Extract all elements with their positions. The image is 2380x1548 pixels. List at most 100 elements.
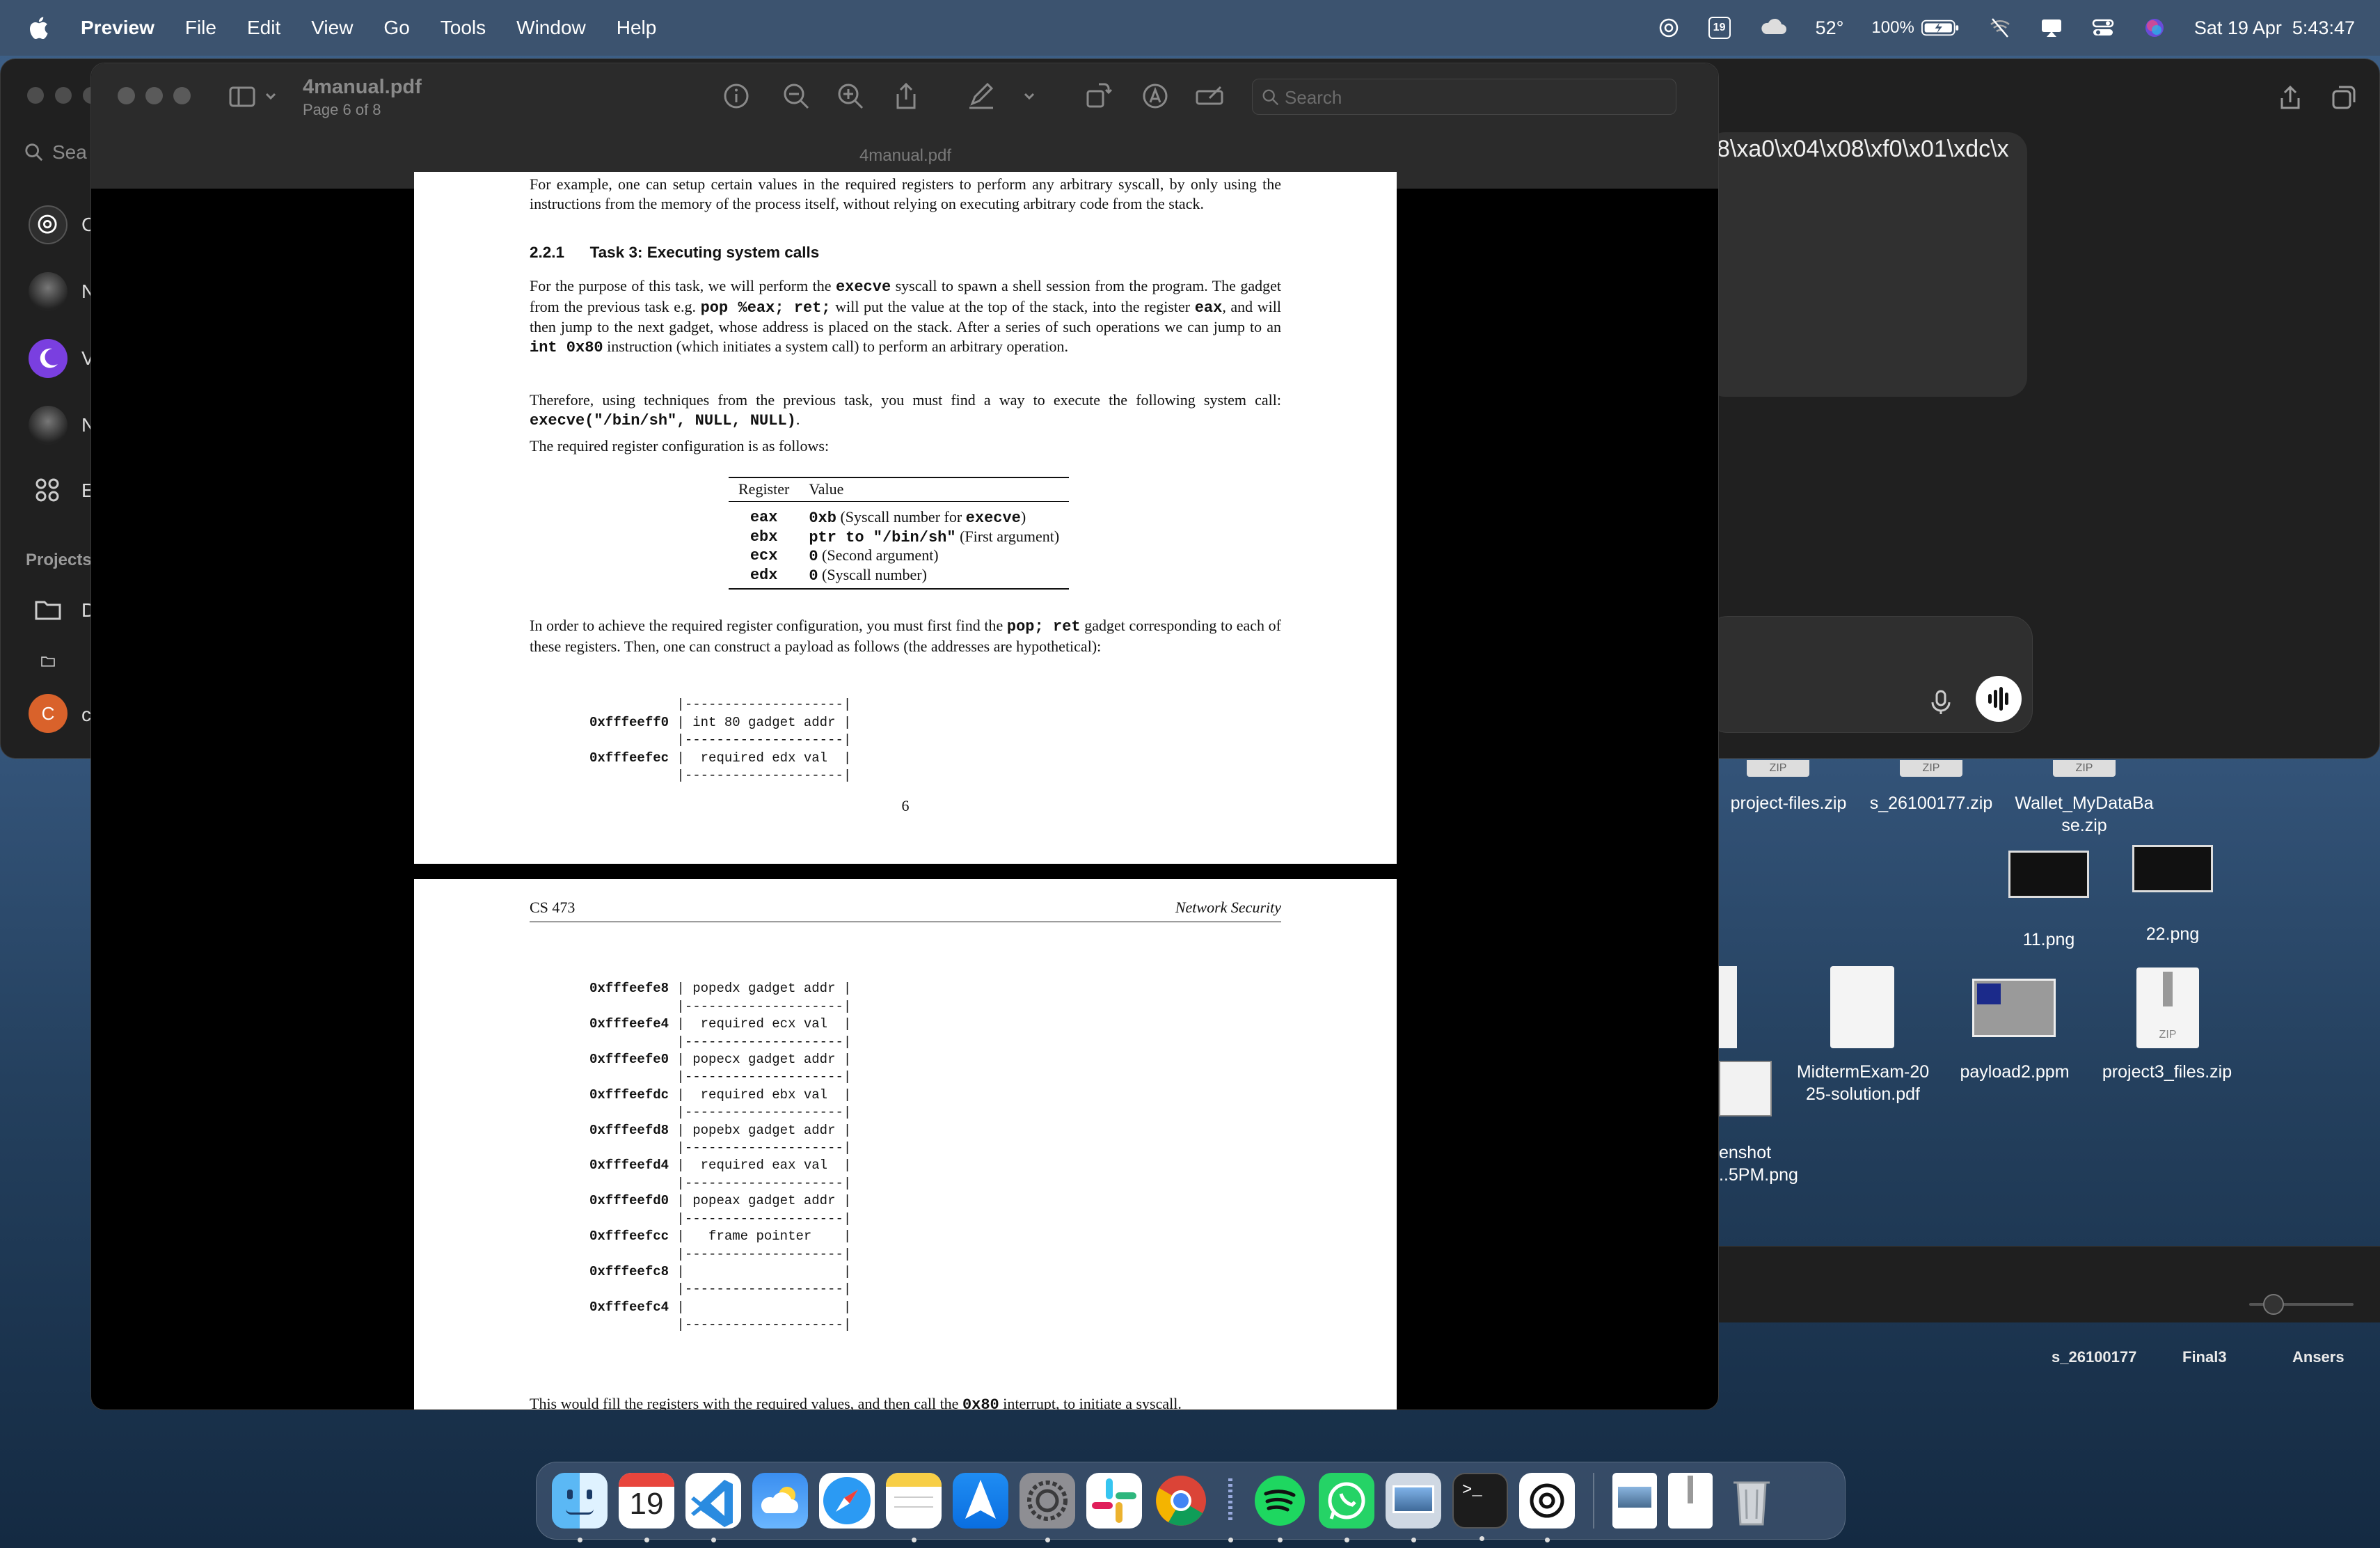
file-s-26100177-zip[interactable]: s_26100177.zip: [1858, 792, 2004, 814]
search-input[interactable]: [1285, 85, 1660, 110]
chatgpt-status-icon[interactable]: [1657, 16, 1681, 40]
microphone-icon[interactable]: [1927, 688, 1955, 716]
screen-mirroring-icon[interactable]: [2040, 16, 2063, 40]
sidebar-item-gpt-3[interactable]: [29, 406, 68, 445]
voice-mode-button[interactable]: [1976, 676, 2022, 722]
minimize-button[interactable]: [145, 87, 163, 104]
sidebar-item-gpt-1[interactable]: [29, 272, 68, 311]
sidebar-item-chatgpt[interactable]: [29, 205, 68, 244]
slack-icon[interactable]: [1086, 1473, 1142, 1529]
folder-icon[interactable]: [34, 655, 62, 668]
file-project3-zip[interactable]: project3_files.zip: [2091, 1061, 2244, 1083]
chrome-icon[interactable]: [1153, 1473, 1209, 1529]
chatgpt-icon[interactable]: [1519, 1473, 1575, 1542]
register-table: Register Value eax 0xb (Syscall number f…: [729, 477, 1070, 590]
markup-icon[interactable]: [1141, 81, 1170, 111]
cloud-icon[interactable]: [1759, 16, 1788, 40]
menu-view[interactable]: View: [311, 17, 353, 39]
info-icon[interactable]: [722, 81, 751, 111]
chevron-down-icon[interactable]: [264, 81, 278, 111]
system-settings-icon[interactable]: [1020, 1473, 1075, 1542]
rotate-icon[interactable]: [1084, 81, 1113, 111]
menu-edit[interactable]: Edit: [247, 17, 280, 39]
file-11-png[interactable]: 11.png: [2007, 929, 2091, 951]
notes-icon[interactable]: [886, 1473, 942, 1542]
close-button[interactable]: [118, 87, 135, 104]
audio-icon[interactable]: [1220, 1473, 1241, 1542]
chat-search-placeholder: Sea: [52, 141, 87, 163]
search-field[interactable]: [1252, 79, 1676, 115]
folder-icon[interactable]: [34, 598, 62, 622]
zip-file-icon[interactable]: ZIP: [2136, 968, 2199, 1048]
finder-folder-final3[interactable]: Final3: [2182, 1348, 2227, 1366]
zoom-in-icon[interactable]: [836, 81, 865, 111]
file-22-png[interactable]: 22.png: [2131, 923, 2214, 945]
minimize-button[interactable]: [55, 87, 72, 104]
heic-file-icon[interactable]: [1612, 1473, 1657, 1529]
markup-pen-icon[interactable]: [967, 81, 996, 111]
chevron-down-icon[interactable]: [1022, 81, 1036, 111]
spotify-icon[interactable]: [1252, 1473, 1308, 1542]
share-icon[interactable]: [2276, 84, 2304, 112]
zoom-out-icon[interactable]: [782, 81, 811, 111]
dock: 19 >_: [536, 1462, 1846, 1542]
calendar-icon[interactable]: 19: [619, 1473, 674, 1542]
file-midterm-pdf[interactable]: MidtermExam-20 25-solution.pdf: [1782, 1061, 1944, 1105]
temperature[interactable]: 52°: [1816, 17, 1844, 39]
menu-help[interactable]: Help: [617, 17, 657, 39]
menu-go[interactable]: Go: [383, 17, 409, 39]
finder-folder-s-26100177[interactable]: s_26100177: [2052, 1348, 2136, 1366]
sidebar-item-gpt-2[interactable]: [29, 339, 68, 378]
siri-icon[interactable]: [2143, 16, 2166, 40]
trash-icon[interactable]: [1724, 1473, 1779, 1529]
file-project-files-zip[interactable]: project-files.zip: [1719, 792, 1858, 814]
share-icon[interactable]: [891, 81, 921, 111]
image-thumbnail[interactable]: [2008, 851, 2089, 898]
explore-gpts-icon[interactable]: [34, 477, 62, 505]
chat-search[interactable]: Sea: [24, 141, 87, 164]
finder-slider[interactable]: [2249, 1294, 2354, 1315]
zip-file-icon[interactable]: [1668, 1473, 1713, 1529]
menu-window[interactable]: Window: [516, 17, 586, 39]
menu-app-name[interactable]: Preview: [81, 17, 154, 39]
pdf-file-icon[interactable]: [1719, 966, 1737, 1048]
apple-icon[interactable]: [28, 16, 49, 40]
stack-diagram: 0xfffeefe8 | popedx gadget addr | |-----…: [589, 981, 852, 1333]
user-avatar[interactable]: C: [29, 694, 68, 733]
battery-status[interactable]: 100%: [1871, 18, 1960, 38]
new-window-icon[interactable]: [2329, 84, 2357, 112]
menu-file[interactable]: File: [185, 17, 216, 39]
page-indicator: Page 6 of 8: [303, 101, 381, 118]
course-code: CS 473: [530, 899, 576, 916]
zip-file-icon[interactable]: ZIP: [1900, 760, 1962, 777]
finder-icon[interactable]: [552, 1473, 608, 1542]
zip-file-icon[interactable]: ZIP: [2053, 760, 2116, 777]
battery-percent: 100%: [1871, 18, 1914, 37]
weather-icon[interactable]: [752, 1473, 808, 1529]
clock[interactable]: Sat 19 Apr 5:43:47: [2194, 17, 2355, 39]
sidebar-toggle-icon[interactable]: [228, 81, 257, 111]
zoom-button[interactable]: [173, 87, 191, 104]
terminal-icon[interactable]: >_: [1452, 1473, 1508, 1541]
image-thumbnail[interactable]: [2132, 845, 2213, 892]
safari-icon[interactable]: [819, 1473, 875, 1529]
table-row: ecx 0 (Second argument): [749, 546, 939, 566]
close-button[interactable]: [27, 87, 44, 104]
pdf-file-icon[interactable]: [1830, 966, 1894, 1048]
form-filling-icon[interactable]: [1192, 81, 1225, 111]
vscode-icon[interactable]: [685, 1473, 741, 1542]
control-center-icon[interactable]: [2091, 16, 2115, 40]
file-payload2-ppm[interactable]: payload2.ppm: [1949, 1061, 2081, 1083]
calendar-status-icon[interactable]: 19: [1708, 17, 1731, 39]
whatsapp-icon[interactable]: [1319, 1473, 1374, 1542]
file-screenshot-png[interactable]: enshot ..5PM.png: [1719, 1142, 1809, 1186]
zip-file-icon[interactable]: ZIP: [1747, 760, 1809, 777]
image-thumbnail[interactable]: [1972, 979, 2056, 1037]
screenshot-thumbnail[interactable]: [1719, 1061, 1772, 1116]
menu-tools[interactable]: Tools: [441, 17, 486, 39]
finder-folder-ansers[interactable]: Ansers: [2292, 1348, 2345, 1366]
wifi-off-icon[interactable]: [1988, 16, 2012, 40]
file-wallet-zip[interactable]: Wallet_MyDataBa se.zip: [2004, 792, 2164, 837]
preview-icon[interactable]: [1386, 1473, 1441, 1542]
testflight-icon[interactable]: [953, 1473, 1008, 1529]
